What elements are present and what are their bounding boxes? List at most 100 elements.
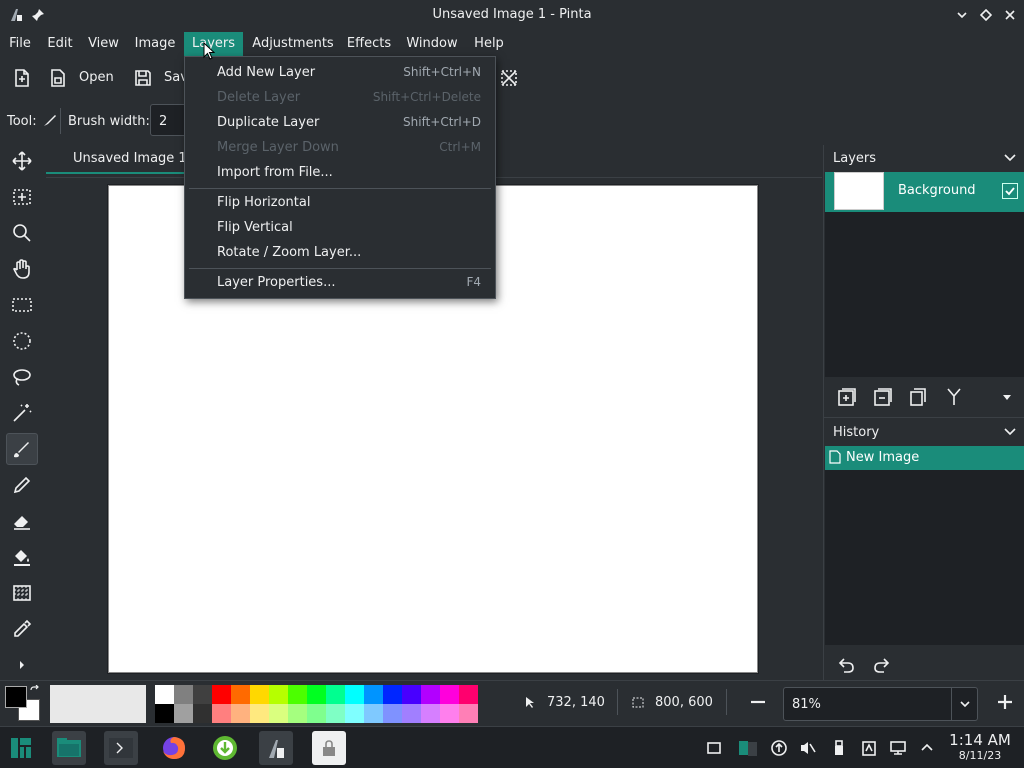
palette-swatch[interactable] (288, 704, 307, 723)
software-update-icon[interactable] (208, 731, 242, 765)
redo-icon[interactable] (873, 656, 891, 678)
menu-image[interactable]: Image (130, 32, 180, 56)
palette-swatch[interactable] (383, 685, 402, 704)
layer-row[interactable]: Background (825, 172, 1024, 212)
open-button[interactable]: Open (79, 70, 114, 85)
move-selected-icon[interactable] (6, 145, 38, 177)
lasso-select-icon[interactable] (6, 361, 38, 393)
layer-visibility-checkbox[interactable] (1002, 183, 1018, 199)
zoom-value[interactable]: 81% (792, 697, 821, 712)
palette-swatch[interactable] (364, 704, 383, 723)
document-tab[interactable]: Unsaved Image 1 (46, 145, 198, 175)
pinta-task-icon[interactable] (259, 731, 293, 765)
palette-swatch[interactable] (364, 685, 383, 704)
zoom-icon[interactable] (6, 217, 38, 249)
close-button[interactable] (1001, 6, 1019, 24)
palette-swatch[interactable] (345, 685, 364, 704)
palette-swatch[interactable] (459, 704, 478, 723)
palette-swatch[interactable] (193, 685, 212, 704)
paint-bucket-icon[interactable] (6, 541, 38, 573)
minimize-button[interactable] (953, 6, 971, 24)
more-tools-chevron-icon[interactable] (6, 649, 38, 681)
color-picker-icon[interactable] (6, 613, 38, 645)
gradient-icon[interactable] (6, 577, 38, 609)
menu-item-delete-layer[interactable]: Delete Layer Shift+Ctrl+Delete (185, 86, 495, 111)
palette-swatch[interactable] (212, 685, 231, 704)
pencil-icon[interactable] (6, 469, 38, 501)
add-layer-icon[interactable] (835, 385, 859, 409)
undo-icon[interactable] (837, 656, 855, 678)
workspace-switcher[interactable] (739, 733, 757, 763)
palette-swatch[interactable] (231, 704, 250, 723)
save-icon[interactable] (133, 68, 153, 92)
palette-swatch[interactable] (307, 685, 326, 704)
new-image-icon[interactable] (12, 68, 32, 92)
brush-width-input[interactable]: 2 (150, 104, 188, 136)
update-notifier-icon[interactable] (770, 739, 788, 757)
palette-swatch[interactable] (269, 704, 288, 723)
chevron-down-icon[interactable] (1003, 424, 1017, 442)
ellipse-select-icon[interactable] (6, 325, 38, 357)
clipboard-icon[interactable] (860, 739, 878, 757)
palette-swatch[interactable] (421, 685, 440, 704)
usb-device-icon[interactable] (830, 739, 848, 757)
rectangle-select-icon[interactable] (6, 289, 38, 321)
move-selection-icon[interactable] (6, 181, 38, 213)
palette-swatch[interactable] (383, 704, 402, 723)
history-panel-header[interactable]: History (824, 421, 1024, 445)
network-icon[interactable] (889, 739, 907, 757)
open-icon[interactable] (48, 68, 68, 92)
zoom-in-icon[interactable] (996, 693, 1014, 715)
layers-panel-header[interactable]: Layers (824, 147, 1024, 171)
palette-swatch[interactable] (440, 685, 459, 704)
palette-swatch[interactable] (459, 685, 478, 704)
clock-date[interactable]: 8/11/23 (946, 749, 1014, 762)
palette-swatch[interactable] (174, 704, 193, 723)
palette-swatch[interactable] (250, 685, 269, 704)
palette-swatch[interactable] (440, 704, 459, 723)
magic-wand-icon[interactable] (6, 397, 38, 429)
merge-layer-icon[interactable] (942, 385, 966, 409)
show-desktop-icon[interactable] (705, 739, 723, 757)
primary-color-swatch-front[interactable] (5, 686, 27, 708)
menu-item-flip-vertical[interactable]: Flip Vertical (185, 216, 495, 241)
palette-swatch[interactable] (326, 685, 345, 704)
eraser-icon[interactable] (6, 505, 38, 537)
palette-swatch[interactable] (250, 704, 269, 723)
menu-file[interactable]: File (4, 32, 36, 56)
firefox-icon[interactable] (157, 731, 191, 765)
clock-time[interactable]: 1:14 AM (946, 731, 1014, 749)
palette-swatch[interactable] (193, 704, 212, 723)
menu-item-flip-horizontal[interactable]: Flip Horizontal (185, 191, 495, 216)
chevron-down-icon[interactable] (1003, 150, 1017, 168)
palette-swatch[interactable] (174, 685, 193, 704)
chevron-down-icon[interactable] (959, 698, 971, 714)
palette-swatch[interactable] (288, 685, 307, 704)
palette-swatch[interactable] (231, 685, 250, 704)
layer-menu-dropdown-icon[interactable] (995, 385, 1019, 409)
palette-swatch[interactable] (402, 685, 421, 704)
palette-swatch[interactable] (326, 704, 345, 723)
palette-swatch[interactable] (307, 704, 326, 723)
menu-edit[interactable]: Edit (44, 32, 76, 56)
palette-swatch[interactable] (212, 704, 231, 723)
deselect-icon[interactable] (499, 68, 519, 92)
delete-layer-icon[interactable] (871, 385, 895, 409)
menu-item-layer-properties[interactable]: Layer Properties... F4 (185, 271, 495, 296)
menu-item-add-new-layer[interactable]: Add New Layer Shift+Ctrl+N (185, 61, 495, 86)
file-manager-icon[interactable] (52, 731, 86, 765)
tray-expand-icon[interactable] (918, 739, 936, 757)
palette-swatch[interactable] (155, 704, 174, 723)
recent-colors[interactable] (50, 685, 146, 723)
palette-swatch[interactable] (402, 704, 421, 723)
maximize-button[interactable] (977, 6, 995, 24)
palette-swatch[interactable] (421, 704, 440, 723)
history-item[interactable]: New Image (825, 446, 1024, 470)
menu-item-import-from-file[interactable]: Import from File... (185, 161, 495, 186)
zoom-combobox[interactable]: 81% (783, 687, 978, 721)
palette-swatch[interactable] (269, 685, 288, 704)
menu-effects[interactable]: Effects (343, 32, 395, 56)
zoom-out-icon[interactable] (749, 693, 767, 715)
lock-screen-icon[interactable] (312, 731, 346, 765)
menu-view[interactable]: View (85, 32, 122, 56)
